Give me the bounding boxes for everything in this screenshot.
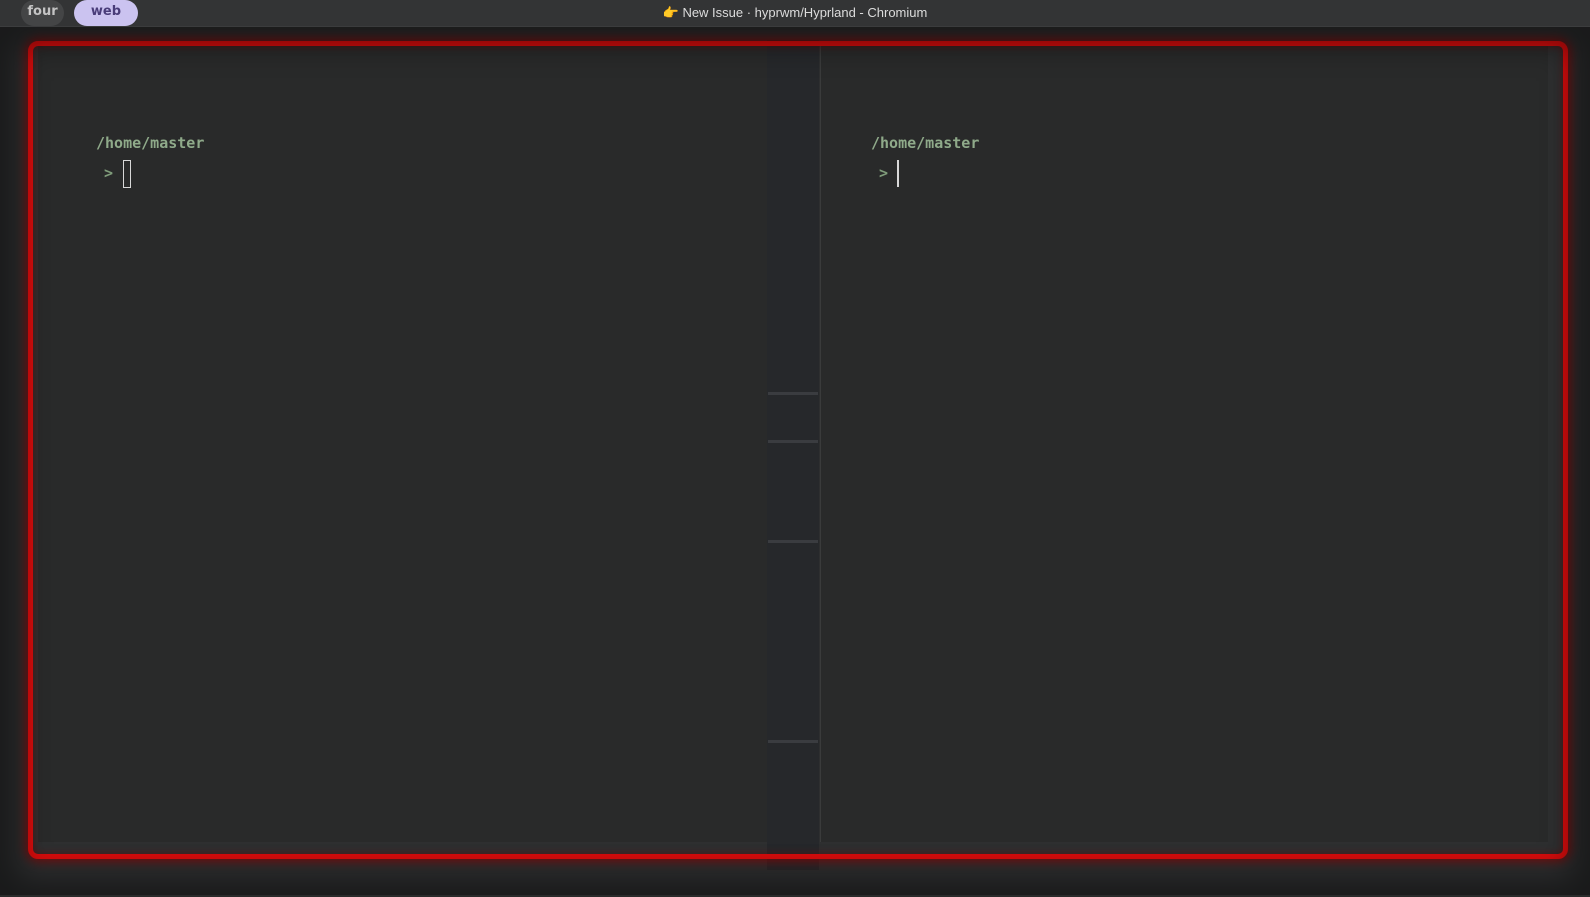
- strip-divider: [768, 392, 818, 395]
- strip-divider: [768, 740, 818, 743]
- terminal-cursor-bar: [897, 160, 899, 187]
- workspace-web-button[interactable]: web: [74, 0, 138, 26]
- top-bar: 👉 New Issue · hyprwm/Hyprland - Chromium…: [0, 0, 1590, 27]
- window-title: 👉 New Issue · hyprwm/Hyprland - Chromium: [662, 5, 928, 20]
- workspace-four-button[interactable]: four: [21, 0, 64, 26]
- browser-strip-between-panes: [767, 40, 819, 870]
- terminal-cursor-block: [123, 160, 131, 188]
- terminal-right[interactable]: /home/master >: [820, 44, 1548, 842]
- strip-divider: [768, 440, 818, 443]
- terminal-left[interactable]: /home/master >: [38, 44, 767, 842]
- terminal-path: /home/master: [96, 134, 205, 152]
- strip-divider: [768, 540, 818, 543]
- terminal-prompt: >: [104, 164, 114, 182]
- terminal-prompt: >: [879, 164, 889, 182]
- terminal-path: /home/master: [871, 134, 980, 152]
